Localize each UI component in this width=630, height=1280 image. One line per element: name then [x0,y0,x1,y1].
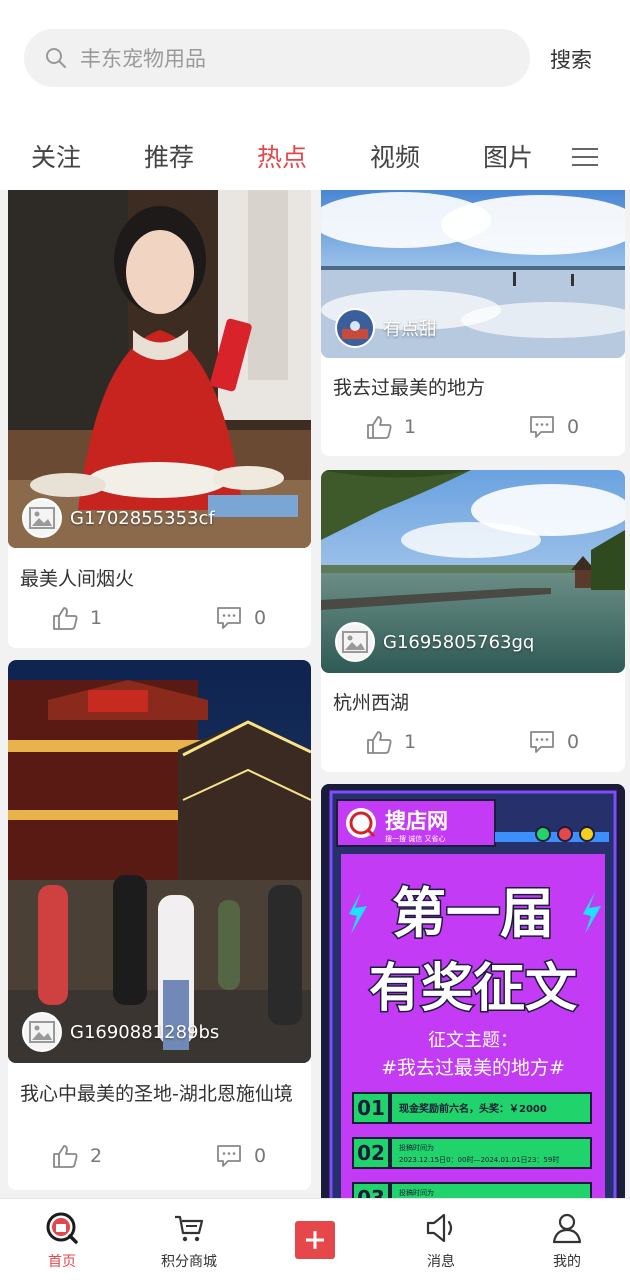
comment-icon [217,607,241,629]
nav-label: 我的 [553,1254,581,1270]
user-icon [552,1213,582,1244]
author-name: G1695805763gq [383,631,535,653]
like-count: 1 [404,731,417,753]
header: 丰东宠物用品 搜索 关注 推荐 热点 视频 图片 [0,0,630,190]
comment-count: 0 [567,731,580,753]
tab-video[interactable]: 视频 [370,138,420,174]
plus-icon [306,1231,324,1249]
post-card[interactable]: G1695805763gq 杭州西湖 1 0 [321,470,625,772]
category-tabs: 关注 推荐 热点 视频 图片 [0,138,630,180]
tab-hot[interactable]: 热点 [257,138,307,174]
post-title[interactable]: 最美人间烟火 [20,563,134,595]
contest-poster[interactable]: 搜店网 搜一搜 诚信 又省心 第一届 有奖征文 征文主题： #我去过最美的地方#… [321,784,625,1198]
poster-item-subtext: 2023.12.15日0：00时—2024.01.01日23：59时 [399,1155,559,1164]
comment-count: 0 [254,1145,267,1167]
poster-slogan: 搜一搜 诚信 又省心 [385,834,445,843]
post-author[interactable]: G1690881289bs [22,1012,219,1052]
poster-item-text: 投稿时间为 [399,1143,434,1152]
poster-theme-label: 征文主题： [428,1030,518,1051]
like-stat[interactable]: 1 [366,730,416,754]
like-stat[interactable]: 1 [366,415,416,439]
poster-item-text: 现金奖励前六名，头奖：￥2000 [399,1102,547,1115]
comment-icon [530,416,554,438]
nav-label: 消息 [427,1254,455,1270]
poster-item-text: 投稿时间为 [399,1188,434,1197]
tab-recommend[interactable]: 推荐 [144,138,194,174]
cart-icon [175,1215,204,1242]
comment-stat[interactable]: 0 [216,1144,266,1168]
avatar-placeholder-icon [22,1012,62,1052]
avatar-placeholder-icon [335,622,375,662]
post-image[interactable]: 有点甜 [321,190,625,358]
avatar-placeholder-icon [22,498,62,538]
search-icon [46,48,66,68]
comment-icon [530,731,554,753]
like-stat[interactable]: 1 [52,606,102,630]
search-placeholder: 丰东宠物用品 [80,47,206,71]
nav-home[interactable]: 首页 [17,1211,107,1271]
nav-points-mall[interactable]: 积分商城 [144,1211,234,1271]
author-name: G1702855353cf [70,507,215,529]
thumbs-up-icon [53,607,78,630]
like-stat[interactable]: 2 [52,1144,102,1168]
post-author[interactable]: G1695805763gq [335,622,534,662]
post-card[interactable]: 搜店网 搜一搜 诚信 又省心 第一届 有奖征文 征文主题： #我去过最美的地方#… [321,784,625,1198]
speaker-icon [426,1213,453,1243]
nav-messages[interactable]: 消息 [396,1211,486,1271]
tabs-menu-icon[interactable] [572,148,598,168]
post-card[interactable]: G1702855353cf 最美人间烟火 1 0 [8,190,311,648]
search-button[interactable]: 搜索 [550,44,592,74]
thumbs-up-icon [53,1145,78,1168]
thumbs-up-icon [367,416,392,439]
like-count: 2 [90,1145,103,1167]
tab-image[interactable]: 图片 [483,138,533,174]
like-count: 1 [404,416,417,438]
poster-item-num: 01 [357,1096,385,1120]
nav-profile[interactable]: 我的 [522,1211,612,1271]
comment-icon [217,1145,241,1167]
tab-follow[interactable]: 关注 [31,138,81,174]
home-logo-icon [46,1212,78,1244]
thumbs-up-icon [367,731,392,754]
poster-brand: 搜店网 [385,809,448,833]
post-image[interactable]: G1702855353cf [8,190,311,548]
comment-count: 0 [567,416,580,438]
post-image[interactable]: G1690881289bs [8,660,311,1063]
post-card[interactable]: G1690881289bs 我心中最美的圣地-湖北恩施仙境 2 0 [8,660,311,1190]
post-author[interactable]: G1702855353cf [22,498,215,538]
author-name: G1690881289bs [70,1021,220,1043]
post-card[interactable]: 有点甜 我去过最美的地方 1 0 [321,190,625,456]
poster-item-num: 02 [357,1141,385,1165]
author-name: 有点甜 [383,319,437,340]
nav-label: 首页 [48,1254,76,1270]
feed[interactable]: G1702855353cf 最美人间烟火 1 0 G1690881289bs 我… [0,190,630,1198]
poster-item-num: 03 [357,1186,385,1198]
poster-headline-1: 第一届 [392,882,554,945]
post-title[interactable]: 我去过最美的地方 [333,372,485,404]
comment-stat[interactable]: 0 [216,606,266,630]
nav-label: 积分商城 [161,1254,217,1270]
poster-headline-2: 有奖征文 [369,959,577,1019]
post-title[interactable]: 杭州西湖 [333,687,409,719]
post-image[interactable]: G1695805763gq [321,470,625,673]
comment-stat[interactable]: 0 [529,730,579,754]
search-input[interactable]: 丰东宠物用品 [24,29,530,87]
post-author[interactable]: 有点甜 [335,308,437,348]
comment-count: 0 [254,607,267,629]
avatar [335,308,375,348]
like-count: 1 [90,607,103,629]
poster-theme: #我去过最美的地方# [381,1057,565,1079]
publish-button[interactable] [295,1221,335,1259]
comment-stat[interactable]: 0 [529,415,579,439]
post-title[interactable]: 我心中最美的圣地-湖北恩施仙境 [20,1078,300,1110]
